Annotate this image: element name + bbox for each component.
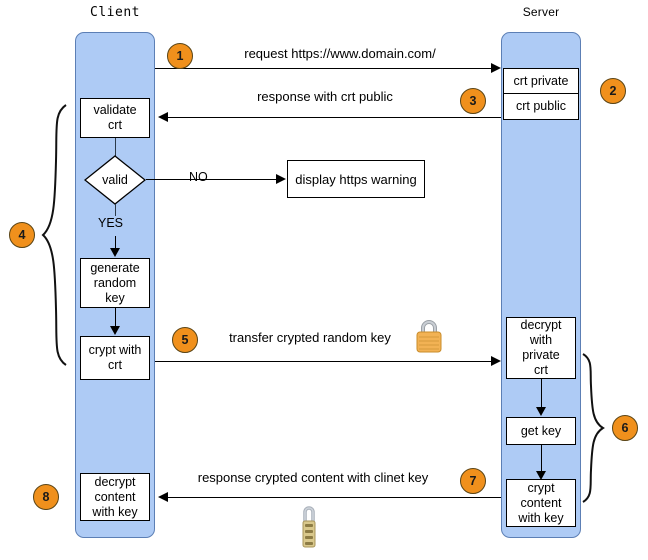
- connector-valid-to-yes: [114, 204, 116, 216]
- message-label-request: request https://www.domain.com/: [244, 46, 436, 61]
- node-crt-private: crt private: [503, 68, 579, 94]
- arrowhead-response-crt-public-icon: [158, 112, 168, 122]
- padlock-icon: [416, 320, 442, 353]
- arrowhead-crypt-with-crt-icon: [110, 326, 120, 335]
- arrowhead-response-content-icon: [158, 492, 168, 502]
- message-line-response-content: [168, 497, 501, 498]
- combination-padlock-icon: [302, 506, 316, 548]
- node-crypt-with-crt: crypt with crt: [80, 336, 150, 380]
- step-badge-6: 6: [612, 415, 638, 441]
- message-label-response-content: response crypted content with clinet key: [197, 470, 429, 485]
- node-get-key: get key: [506, 417, 576, 445]
- message-line-transfer-key: [155, 361, 491, 362]
- arrowhead-getkey-icon: [536, 407, 546, 416]
- arrowhead-generate-icon: [110, 248, 120, 257]
- message-label-response-crt-public: response with crt public: [257, 89, 393, 104]
- arrowhead-transfer-key-icon: [491, 356, 501, 366]
- https-sequence-diagram: Client Server crt private crt public req…: [0, 0, 648, 560]
- step-badge-4: 4: [9, 222, 35, 248]
- step-badge-2: 2: [600, 78, 626, 104]
- group-brace-step-6: [582, 353, 605, 503]
- node-generate-random-key: generate random key: [80, 258, 150, 308]
- node-display-https-warning: display https warning: [287, 160, 425, 198]
- node-crypt-content-with-key: crypt content with key: [506, 479, 576, 527]
- step-badge-7: 7: [460, 468, 486, 494]
- node-decrypt-with-private-crt: decrypt with private crt: [506, 317, 576, 379]
- arrowhead-no-branch-icon: [276, 174, 286, 184]
- node-valid-decision-label: valid: [102, 173, 128, 187]
- step-badge-5: 5: [172, 327, 198, 353]
- node-crt-public: crt public: [503, 94, 579, 120]
- message-line-request: [155, 68, 491, 69]
- branch-label-no: NO: [189, 170, 208, 184]
- node-valid-decision: valid: [84, 155, 146, 205]
- server-lane-title: Server: [522, 5, 560, 19]
- step-badge-8: 8: [33, 484, 59, 510]
- branch-line-no: [146, 179, 276, 180]
- message-label-transfer-key: transfer crypted random key: [229, 330, 391, 345]
- message-line-response-crt-public: [168, 117, 501, 118]
- arrowhead-request-icon: [491, 63, 501, 73]
- branch-label-yes: YES: [98, 216, 124, 230]
- step-badge-3: 3: [460, 88, 486, 114]
- group-brace-step-4: [41, 104, 67, 366]
- step-badge-1: 1: [167, 43, 193, 69]
- node-decrypt-content-with-key: decrypt content with key: [80, 473, 150, 521]
- client-lane-title: Client: [90, 5, 140, 20]
- node-validate-crt: validate crt: [80, 98, 150, 138]
